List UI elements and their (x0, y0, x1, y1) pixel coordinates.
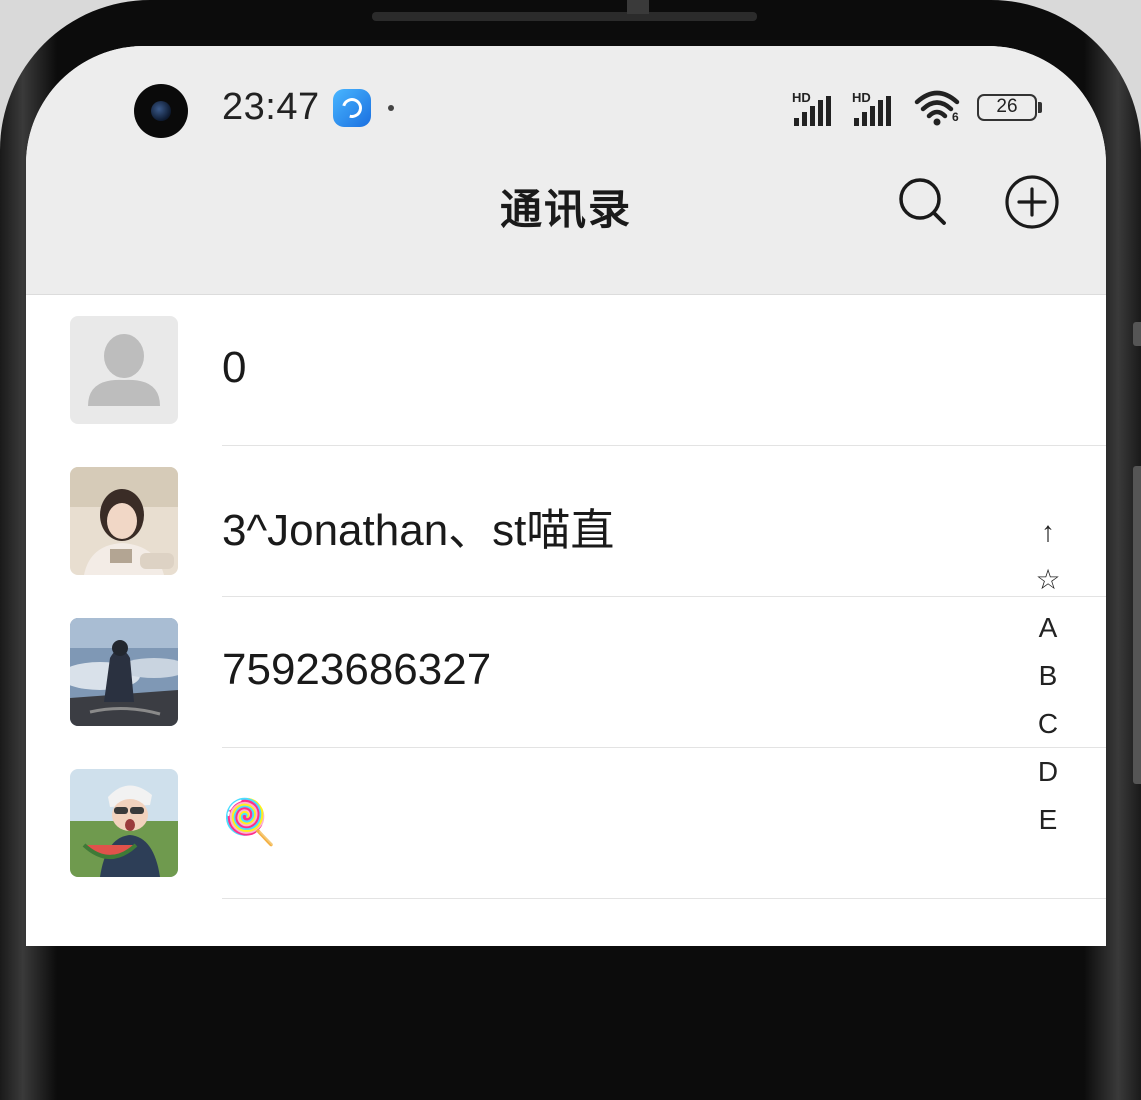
battery-tip (1038, 102, 1042, 113)
wifi-6-label: 6 (952, 110, 959, 124)
index-item-star[interactable]: ☆ (1028, 556, 1068, 604)
photo-avatar-child (70, 769, 178, 877)
frame-notch (627, 0, 649, 14)
contact-row[interactable]: 🍭 (26, 748, 1106, 899)
earpiece-speaker (372, 12, 757, 21)
title-bar: 通讯录 (26, 156, 1106, 248)
header: 23:47 HD HD 6 26 通讯录 (26, 46, 1106, 295)
app-notification-icon (333, 89, 371, 127)
side-button-upper (1133, 322, 1141, 346)
index-item-c[interactable]: C (1028, 700, 1068, 748)
status-time: 23:47 (222, 86, 320, 128)
phone-screen: 23:47 HD HD 6 26 通讯录 0 3^Jonathan、st喵直 7… (26, 46, 1106, 946)
index-item-e[interactable]: E (1028, 796, 1068, 844)
photo-avatar-landscape (70, 618, 178, 726)
cellular-signal-2-icon: HD (852, 90, 904, 126)
index-item-top[interactable]: ↑ (1028, 508, 1068, 556)
contact-list: 0 3^Jonathan、st喵直 75923686327 🍭 (26, 295, 1106, 899)
status-bar: 23:47 HD HD 6 26 (26, 46, 1106, 156)
battery-level: 26 (996, 96, 1018, 117)
contact-row[interactable]: 75923686327 (26, 597, 1106, 748)
photo-avatar-girl (70, 467, 178, 575)
index-item-d[interactable]: D (1028, 748, 1068, 796)
contact-row[interactable]: 3^Jonathan、st喵直 (26, 446, 1106, 597)
front-camera (134, 84, 188, 138)
contact-name: 75923686327 (222, 645, 492, 694)
cellular-signal-1-icon: HD (792, 90, 844, 126)
add-circle-icon[interactable] (1004, 174, 1060, 230)
more-notifications-dot (388, 105, 394, 111)
default-person-avatar (70, 316, 178, 424)
contact-name: 0 (222, 343, 247, 392)
contact-name: 3^Jonathan、st喵直 (222, 506, 615, 555)
alphabet-index[interactable]: ↑ ☆ A B C D E (1028, 508, 1068, 844)
side-button-volume (1133, 466, 1141, 784)
contact-name: 🍭 (222, 798, 277, 847)
row-divider (222, 898, 1106, 899)
contact-row[interactable]: 0 (26, 295, 1106, 446)
search-icon[interactable] (896, 174, 952, 230)
index-item-b[interactable]: B (1028, 652, 1068, 700)
index-item-a[interactable]: A (1028, 604, 1068, 652)
